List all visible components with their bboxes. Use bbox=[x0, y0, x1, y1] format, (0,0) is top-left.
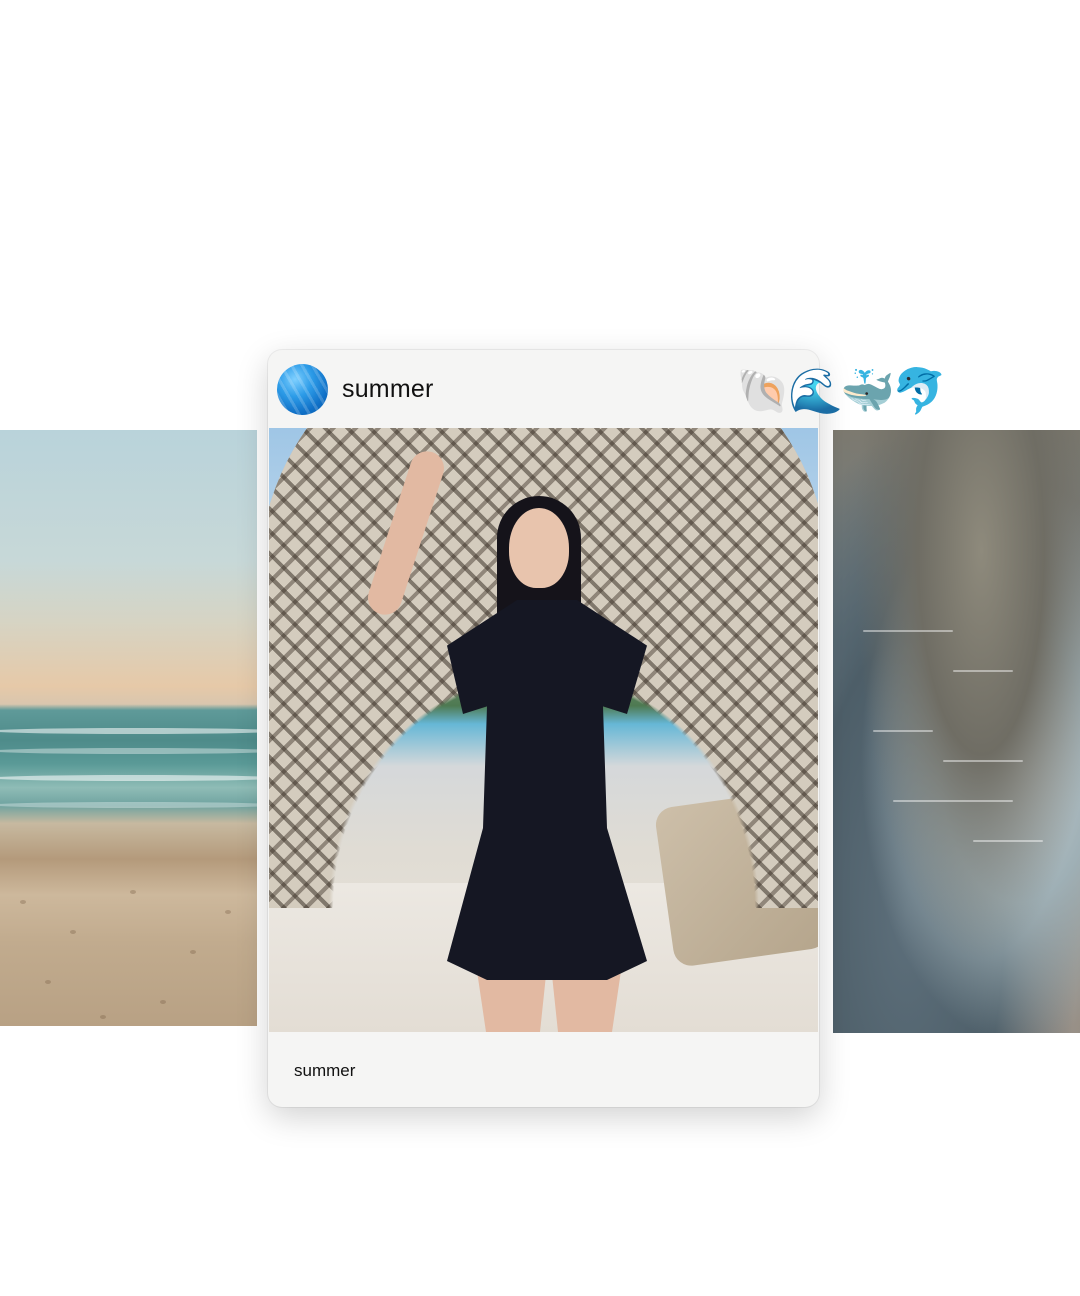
sand-texture bbox=[20, 900, 26, 904]
emoji-row: 🐚 🌊 🐳 🐬 bbox=[736, 364, 947, 420]
right-water-rock-photo bbox=[833, 430, 1080, 1033]
sand-texture bbox=[225, 910, 231, 914]
sand-texture bbox=[190, 950, 196, 954]
water-glint bbox=[863, 630, 953, 632]
sand-texture bbox=[130, 890, 136, 894]
username[interactable]: summer bbox=[342, 375, 433, 404]
water-glint bbox=[893, 800, 1013, 802]
person-face bbox=[509, 508, 569, 588]
water-glint bbox=[953, 670, 1013, 672]
sand-texture bbox=[70, 930, 76, 934]
avatar[interactable] bbox=[277, 364, 328, 415]
left-beach-photo bbox=[0, 430, 257, 1026]
water-glint bbox=[943, 760, 1023, 762]
wave-line bbox=[0, 748, 257, 754]
sand-texture bbox=[100, 1015, 106, 1019]
shell-emoji-icon: 🐚 bbox=[736, 366, 791, 417]
water-glint bbox=[973, 840, 1043, 842]
water-glint bbox=[873, 730, 933, 732]
sand-texture bbox=[160, 1000, 166, 1004]
sand-texture bbox=[45, 980, 51, 984]
post-card[interactable]: summer summer bbox=[268, 350, 819, 1107]
dolphin-emoji-icon: 🐬 bbox=[892, 366, 947, 417]
post-caption: summer bbox=[294, 1061, 356, 1080]
post-photo[interactable] bbox=[269, 428, 818, 1032]
wave-line bbox=[0, 728, 257, 734]
wave-emoji-icon: 🌊 bbox=[788, 366, 843, 417]
wave-line bbox=[0, 802, 257, 808]
whale-emoji-icon: 🐳 bbox=[840, 366, 895, 417]
wave-line bbox=[0, 775, 257, 781]
